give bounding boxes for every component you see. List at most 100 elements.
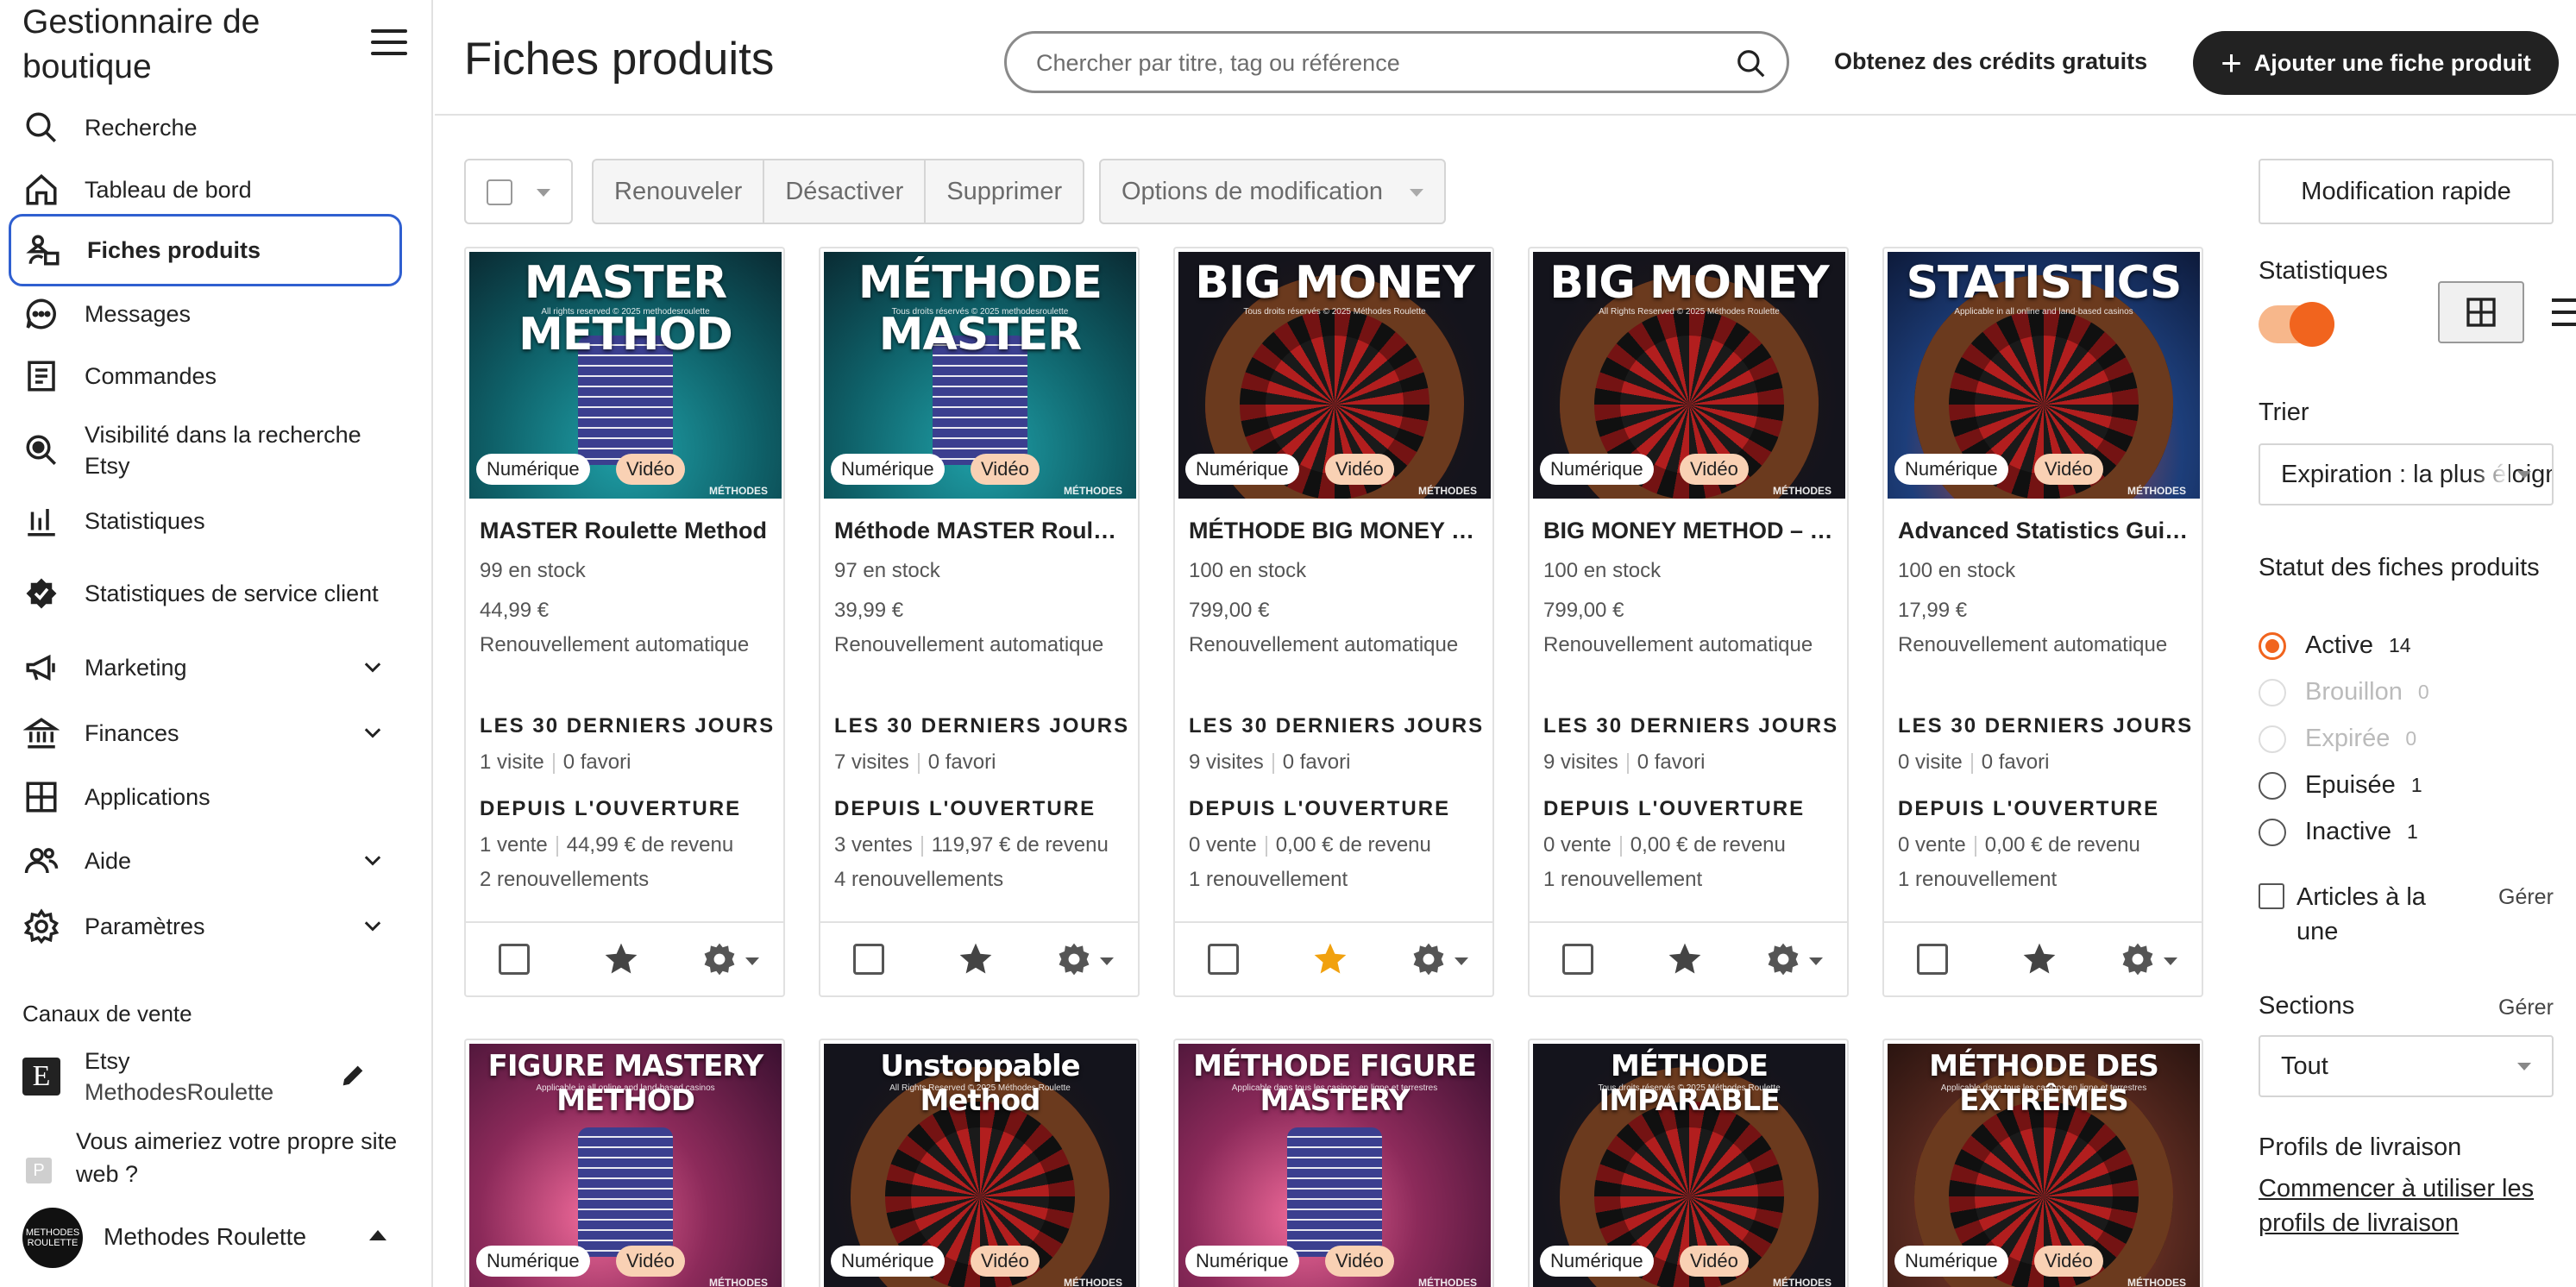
sidebar-item-label: Recherche (85, 115, 198, 141)
listing-card[interactable]: STATISTICS Applicable in all online and l… (1882, 247, 2203, 997)
listing-card[interactable]: BIG MONEY Tous droits réservés © 2025 Mét… (1173, 247, 1494, 997)
listing-card[interactable]: BIG MONEY All Rights Reserved © 2025 Méth… (1528, 247, 1849, 997)
sidebar-item-dashboard[interactable]: Tableau de bord (9, 169, 402, 210)
caret-down-icon[interactable] (2164, 957, 2177, 965)
listing-card[interactable]: MÉTHODE IMPARABLE Tous droits réservés © … (1528, 1039, 1849, 1287)
tag-digital: Numérique (1540, 1246, 1654, 1277)
settings-gear-icon (22, 907, 60, 945)
listing-title[interactable]: BIG MONEY METHOD – Roulette (1543, 518, 1837, 544)
visits-count: 9 visites (1189, 750, 1264, 774)
pencil-icon[interactable] (338, 1061, 368, 1090)
sidebar-item-finances[interactable]: Finances (9, 713, 402, 754)
manage-featured-link[interactable]: Gérer (2498, 885, 2554, 910)
status-radio[interactable] (2259, 631, 2286, 660)
sidebar-item-label: Marketing (85, 655, 187, 681)
sidebar-item-listings[interactable]: Fiches produits (9, 214, 402, 286)
shipping-profiles-link[interactable]: Commencer à utiliser les profils de livr… (2259, 1171, 2576, 1240)
chevron-down-icon[interactable] (361, 849, 385, 873)
listing-title[interactable]: Méthode MASTER Roulette (834, 518, 1128, 544)
listing-title[interactable]: Advanced Statistics Guide (1898, 518, 2191, 544)
star-icon[interactable] (1311, 940, 1349, 978)
status-radio[interactable] (2259, 818, 2286, 846)
select-all-dropdown[interactable] (464, 159, 573, 224)
sidebar-item-orders[interactable]: Commandes (9, 355, 402, 397)
star-icon[interactable] (602, 940, 640, 978)
etsy-channel[interactable]: E Etsy MethodesRoulette (22, 1042, 385, 1111)
select-all-checkbox[interactable] (487, 179, 512, 205)
listing-card[interactable]: MÉTHODE MASTER Tous droits réservés © 202… (819, 247, 1140, 997)
renew-button[interactable]: Renouveler (594, 160, 765, 223)
listing-checkbox[interactable] (1917, 944, 1948, 975)
chevron-down-icon[interactable] (361, 914, 385, 939)
account-menu[interactable]: METHODES ROULETTE Methodes Roulette (22, 1208, 402, 1273)
sidebar-item-search-visibility[interactable]: Visibilité dans la recherche Etsy (9, 417, 402, 483)
sidebar-item-service-stats[interactable]: Statistiques de service client (9, 561, 402, 626)
listing-title[interactable]: MASTER Roulette Method (480, 518, 773, 544)
sidebar-item-apps[interactable]: Applications (9, 776, 402, 818)
status-count: 1 (2410, 774, 2422, 796)
sidebar-item-settings[interactable]: Paramètres (9, 906, 402, 947)
listing-title[interactable]: MÉTHODE BIG MONEY Roulette (1189, 518, 1482, 544)
add-listing-button[interactable]: + Ajouter une fiche produit (2193, 31, 2559, 95)
sidebar-item-marketing[interactable]: Marketing (9, 647, 402, 688)
sections-select[interactable]: Tout (2259, 1035, 2554, 1097)
listing-checkbox[interactable] (853, 944, 884, 975)
list-view-button[interactable] (2531, 281, 2576, 343)
list-view-icon (2552, 298, 2576, 326)
message-icon (22, 295, 60, 333)
caret-down-icon[interactable] (1809, 957, 1823, 965)
free-credits-link[interactable]: Obtenez des crédits gratuits (1834, 48, 2147, 75)
listing-card[interactable]: FIGURE MASTERY METHOD Applicable in all o… (464, 1039, 785, 1287)
card-actions (1175, 921, 1492, 997)
search-bar[interactable] (1004, 31, 1789, 93)
gear-icon[interactable] (1764, 940, 1802, 978)
status-option[interactable]: Active 14 (2259, 631, 2411, 660)
caret-down-icon[interactable] (1454, 957, 1468, 965)
listing-card[interactable]: MASTER METHOD All rights reserved © 2025 … (464, 247, 785, 997)
stats-toggle[interactable] (2259, 302, 2334, 347)
manage-sections-link[interactable]: Gérer (2498, 995, 2554, 1020)
gear-icon[interactable] (1055, 940, 1093, 978)
featured-checkbox[interactable] (2259, 883, 2284, 909)
grid-view-button[interactable] (2438, 281, 2524, 343)
revenue-amount: 44,99 € de revenu (566, 833, 734, 857)
star-icon[interactable] (2020, 940, 2058, 978)
listing-checkbox[interactable] (499, 944, 530, 975)
thumbnail-brand: MÉTHODES (1417, 485, 1477, 497)
status-option[interactable]: Epuisée 1 (2259, 771, 2422, 800)
star-icon[interactable] (1666, 940, 1704, 978)
caret-down-icon[interactable] (745, 957, 759, 965)
chevron-down-icon[interactable] (361, 721, 385, 745)
gear-icon[interactable] (701, 940, 738, 978)
gear-icon[interactable] (1410, 940, 1448, 978)
listing-checkbox[interactable] (1208, 944, 1239, 975)
status-radio[interactable] (2259, 771, 2286, 800)
delete-button[interactable]: Supprimer (926, 160, 1083, 223)
star-icon[interactable] (957, 940, 995, 978)
sidebar-item-search[interactable]: Recherche (9, 107, 402, 148)
listing-card[interactable]: Unstoppable Method All Rights Reserved © … (819, 1039, 1140, 1287)
sidebar-item-label: Statistiques (85, 508, 205, 534)
gear-icon[interactable] (2119, 940, 2157, 978)
edit-options-dropdown[interactable]: Options de modification (1099, 159, 1446, 224)
menu-toggle-icon[interactable] (371, 29, 407, 59)
tag-video: Vidéo (1680, 454, 1749, 485)
website-promo[interactable]: P Vous aimeriez votre propre site web ? (22, 1121, 402, 1190)
tag-digital: Numérique (1894, 454, 2008, 485)
listing-card[interactable]: MÉTHODE FIGURE MASTERY Applicable dans to… (1173, 1039, 1494, 1287)
search-icon[interactable] (1735, 47, 1768, 80)
status-option[interactable]: Inactive 1 (2259, 818, 2418, 846)
quick-edit-button[interactable]: Modification rapide (2259, 159, 2554, 224)
sidebar-item-label: Commandes (85, 363, 217, 389)
search-input[interactable] (1036, 46, 1709, 80)
listing-card[interactable]: MÉTHODE DES EXTRÊMES Applicable dans tous… (1882, 1039, 2203, 1287)
chevron-down-icon[interactable] (361, 656, 385, 680)
sort-select[interactable]: Expiration : la plus éloignée (2259, 443, 2554, 505)
sidebar-item-help[interactable]: Aide (9, 840, 402, 882)
sidebar-item-stats[interactable]: Statistiques (9, 500, 402, 542)
sidebar-item-messages[interactable]: Messages (9, 293, 402, 335)
listing-checkbox[interactable] (1562, 944, 1593, 975)
deactivate-button[interactable]: Désactiver (764, 160, 927, 223)
caret-down-icon[interactable] (1100, 957, 1114, 965)
thumbnail-brand: MÉTHODES (2127, 1277, 2186, 1287)
